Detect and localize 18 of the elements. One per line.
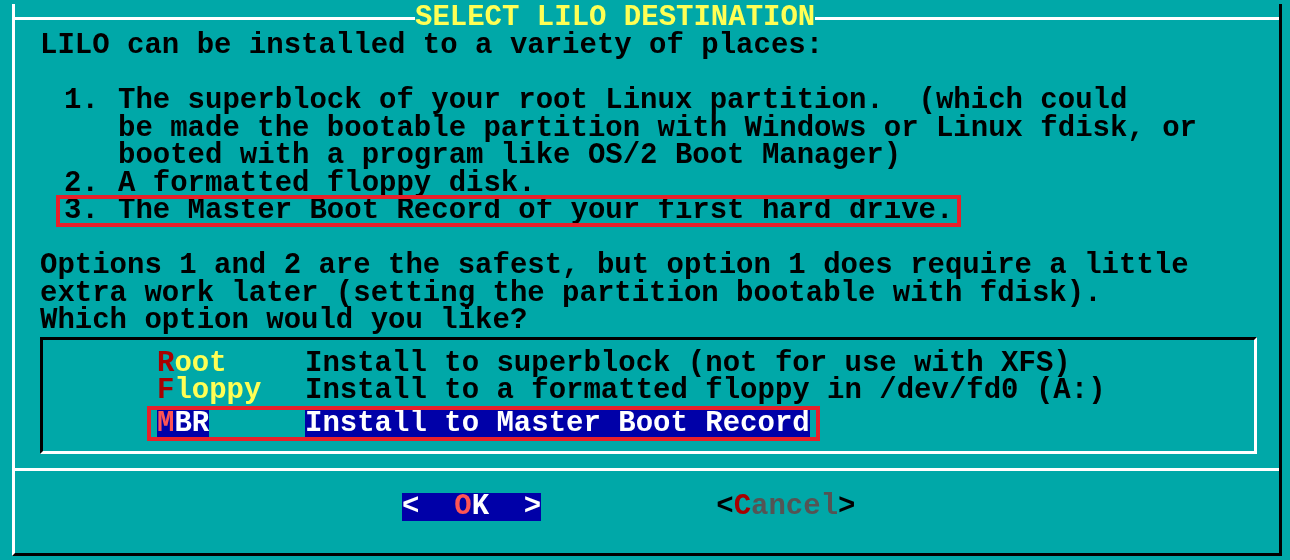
option-text: A formatted floppy disk. — [118, 169, 536, 197]
option-number: 1. — [64, 87, 100, 119]
option-number: 3. — [64, 197, 100, 225]
paragraph-text: Which option would you like? — [40, 307, 529, 335]
option-text: The superblock of your root Linux partition. (which could — [118, 87, 1128, 115]
dialog-button[interactable]: <Cancel> — [716, 493, 856, 521]
paragraph-text: extra work later (setting the partition bootable with fdisk). — [40, 279, 1103, 307]
menu-item-description[interactable]: Install to superblock (not for use with XFS) — [305, 349, 1071, 377]
intro-text: LILO can be installed to a variety of places: — [40, 32, 825, 60]
menu-item-description[interactable]: Install to Master Boot Record — [305, 409, 810, 437]
option-number: 2. — [64, 169, 100, 197]
option-text: booted with a program like OS/2 Boot Manager) — [118, 142, 903, 170]
menu-item-tag[interactable]: MBR — [157, 409, 210, 437]
dialog-title: SELECT LILO DESTINATION — [415, 4, 816, 32]
paragraph-text: Options 1 and 2 are the safest, but option 1 does require a little — [40, 252, 1190, 280]
option-text: be made the bootable partition with Windows or Linux fdisk, or — [118, 114, 1197, 142]
menu-item-description[interactable]: Install to a formatted floppy in /dev/fd0 (A:) — [305, 377, 1106, 405]
dialog-button[interactable]: < OK > — [402, 493, 542, 521]
